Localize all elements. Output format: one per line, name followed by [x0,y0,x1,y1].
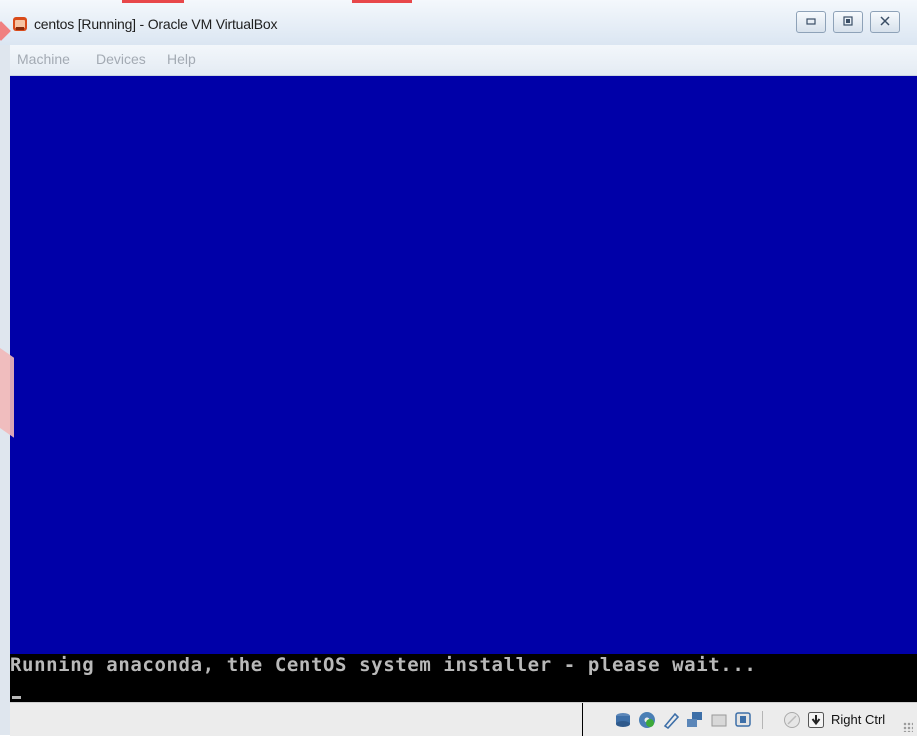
host-key-label: Right Ctrl [831,712,886,727]
text-cursor [12,696,21,699]
menu-bar: Machine Devices Help [10,45,917,76]
shared-folders-icon[interactable] [710,711,728,729]
network-icon[interactable] [686,711,704,729]
menu-help[interactable]: Help [167,51,196,67]
close-button[interactable] [870,11,900,33]
usb-icon[interactable] [662,711,680,729]
minimize-button[interactable] [796,11,826,33]
vm-console-text-area[interactable]: Running anaconda, the CentOS system inst… [10,654,917,702]
title-bar[interactable]: centos [Running] - Oracle VM VirtualBox [0,0,917,45]
minimize-icon [805,15,817,29]
decoration-strip [122,0,184,3]
decoration-strip [352,0,412,3]
resize-grip[interactable] [903,722,913,732]
close-icon [879,15,891,30]
virtualbox-icon [12,16,28,32]
vm-display[interactable] [10,76,917,654]
hard-disk-icon[interactable] [614,711,632,729]
display-icon[interactable] [734,711,752,729]
maximize-icon [842,15,854,30]
status-separator [582,703,583,736]
virtualbox-window: centos [Running] - Oracle VM VirtualBox … [0,0,917,736]
keyboard-capture-icon[interactable] [807,711,825,729]
menu-machine[interactable]: Machine [17,51,70,67]
window-title: centos [Running] - Oracle VM VirtualBox [34,16,278,32]
installer-message: Running anaconda, the CentOS system inst… [10,654,757,676]
status-bar: Right Ctrl [10,702,917,736]
mouse-integration-icon[interactable] [783,711,801,729]
status-divider [762,711,764,729]
maximize-button[interactable] [833,11,863,33]
optical-drive-icon[interactable] [638,711,656,729]
menu-devices[interactable]: Devices [96,51,146,67]
